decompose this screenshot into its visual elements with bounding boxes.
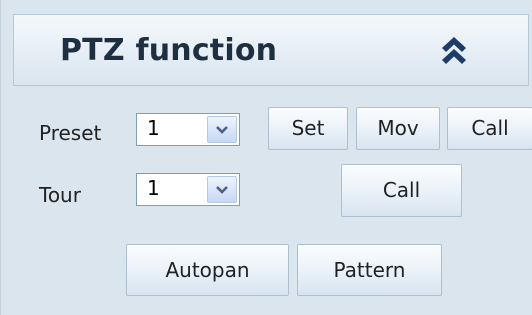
autopan-button[interactable]: Autopan — [126, 244, 289, 296]
preset-call-button[interactable]: Call — [447, 107, 532, 150]
preset-set-button[interactable]: Set — [268, 107, 348, 150]
ptz-header[interactable]: PTZ function — [13, 14, 529, 86]
tour-label: Tour — [39, 183, 81, 207]
chevron-down-icon[interactable] — [207, 116, 237, 143]
preset-select[interactable]: 1 — [136, 113, 240, 146]
preset-move-button[interactable]: Mov — [356, 107, 440, 150]
panel-title: PTZ function — [60, 33, 278, 68]
chevron-down-icon[interactable] — [207, 176, 237, 203]
preset-label: Preset — [39, 121, 102, 145]
tour-call-button[interactable]: Call — [341, 164, 462, 217]
preset-select-value: 1 — [147, 116, 160, 140]
pattern-button[interactable]: Pattern — [297, 244, 442, 296]
double-chevron-up-icon[interactable] — [434, 31, 474, 67]
tour-select-value: 1 — [147, 176, 160, 200]
ptz-panel: PTZ function Preset 1 Set Mov Call Tour … — [0, 0, 532, 315]
tour-select[interactable]: 1 — [136, 173, 240, 206]
